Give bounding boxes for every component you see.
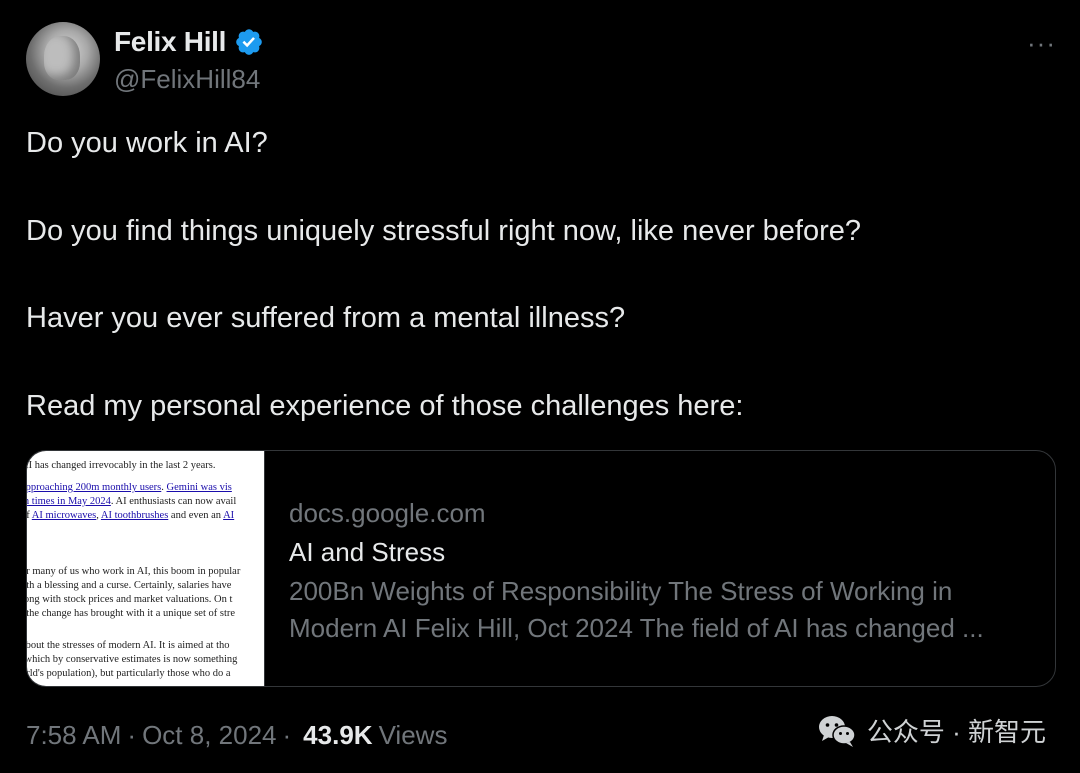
thumbnail-text-line: oth a blessing and a curse. Certainly, s… bbox=[27, 579, 231, 592]
watermark-text: 公众号 · 新智元 bbox=[866, 717, 1046, 747]
thumbnail-text-line: about the stresses of modern AI. It is a… bbox=[27, 639, 230, 652]
thumbnail-link-text: Gemini was vis bbox=[166, 482, 232, 493]
link-preview-description-line: 200Bn Weights of Responsibility The Stre… bbox=[289, 576, 953, 606]
tweet-paragraph: Do you find things uniquely stressful ri… bbox=[26, 214, 862, 247]
verified-badge-icon bbox=[236, 29, 262, 55]
thumbnail-link-text: m times in May 2024 bbox=[27, 496, 111, 507]
thumbnail-text: orld's population), but particularly tho… bbox=[27, 668, 231, 679]
wechat-icon bbox=[818, 715, 856, 747]
thumbnail-text-line: long with stock prices and market valuat… bbox=[27, 593, 232, 606]
thumbnail-text-line: m times in May 2024. AI enthusiasts can … bbox=[27, 495, 236, 508]
meta-separator: · bbox=[127, 720, 137, 750]
thumbnail-link-text: approaching 200m monthly users bbox=[27, 482, 162, 493]
thumbnail-text-line: , the change has brought with it a uniqu… bbox=[27, 607, 235, 620]
thumbnail-text-line: approaching 200m monthly users. Gemini w… bbox=[27, 481, 232, 494]
thumbnail-link-text: AI bbox=[223, 510, 235, 521]
thumbnail-text-line: orld's population), but particularly tho… bbox=[27, 667, 231, 680]
author-display-name[interactable]: Felix Hill bbox=[114, 26, 226, 58]
thumbnail-text: AI has changed irrevocably in the last 2… bbox=[27, 460, 216, 471]
meta-separator: · bbox=[282, 720, 292, 750]
link-preview-title: AI and Stress bbox=[289, 537, 446, 567]
link-preview-description: 200Bn Weights of Responsibility The Stre… bbox=[289, 573, 1039, 647]
link-preview-body: docs.google.com AI and Stress 200Bn Weig… bbox=[265, 451, 1055, 686]
thumbnail-text: long with stock prices and market valuat… bbox=[27, 594, 233, 605]
link-preview-thumbnail: AI has changed irrevocably in the last 2… bbox=[27, 451, 265, 686]
views-count: 43.9K bbox=[303, 720, 373, 750]
tweet: Felix Hill @FelixHill84 ··· Do you work … bbox=[0, 0, 1080, 773]
thumbnail-text-line: (which by conservative estimates is now … bbox=[27, 653, 237, 666]
thumbnail-text: . AI enthusiasts can now avail bbox=[110, 496, 237, 507]
tweet-text: Do you work in AI? Do you find things un… bbox=[26, 124, 1056, 425]
views-label: Views bbox=[378, 720, 448, 750]
link-preview-description-line: Modern AI Felix Hill, Oct 2024 The field… bbox=[289, 613, 984, 643]
tweet-paragraph: Haver you ever suffered from a mental il… bbox=[26, 302, 626, 334]
avatar[interactable] bbox=[26, 22, 100, 96]
thumbnail-text-line: AI has changed irrevocably in the last 2… bbox=[27, 459, 215, 472]
thumbnail-text: and even an bbox=[168, 510, 224, 521]
link-preview-card[interactable]: AI has changed irrevocably in the last 2… bbox=[26, 450, 1056, 687]
author-handle[interactable]: @FelixHill84 bbox=[114, 64, 260, 95]
thumbnail-text: or many of us who work in AI, this boom … bbox=[27, 566, 241, 577]
thumbnail-link-text: AI toothbrushes bbox=[100, 510, 169, 521]
thumbnail-text-line: or many of us who work in AI, this boom … bbox=[27, 565, 240, 578]
thumbnail-text: (which by conservative estimates is now … bbox=[27, 654, 238, 665]
thumbnail-text: oth a blessing and a curse. Certainly, s… bbox=[27, 580, 232, 591]
link-preview-domain: docs.google.com bbox=[289, 498, 486, 528]
thumbnail-text: about the stresses of modern AI. It is a… bbox=[27, 640, 230, 651]
tweet-paragraph: Do you work in AI? bbox=[26, 127, 268, 159]
tweet-time[interactable]: 7:58 AM bbox=[26, 720, 121, 751]
more-options-icon[interactable]: ··· bbox=[1027, 28, 1056, 59]
thumbnail-text: , the change has brought with it a uniqu… bbox=[27, 608, 236, 619]
thumbnail-link-text: AI microwaves bbox=[31, 510, 97, 521]
author-name-row: Felix Hill bbox=[114, 26, 264, 58]
thumbnail-text-line: of AI microwaves, AI toothbrushes and ev… bbox=[27, 509, 234, 522]
tweet-meta: 7:58 AM · Oct 8, 2024 · 43.9K Views bbox=[26, 720, 447, 751]
tweet-paragraph: Read my personal experience of those cha… bbox=[26, 389, 744, 422]
watermark: 公众号 · 新智元 bbox=[817, 712, 1046, 749]
tweet-date[interactable]: Oct 8, 2024 bbox=[142, 720, 276, 751]
